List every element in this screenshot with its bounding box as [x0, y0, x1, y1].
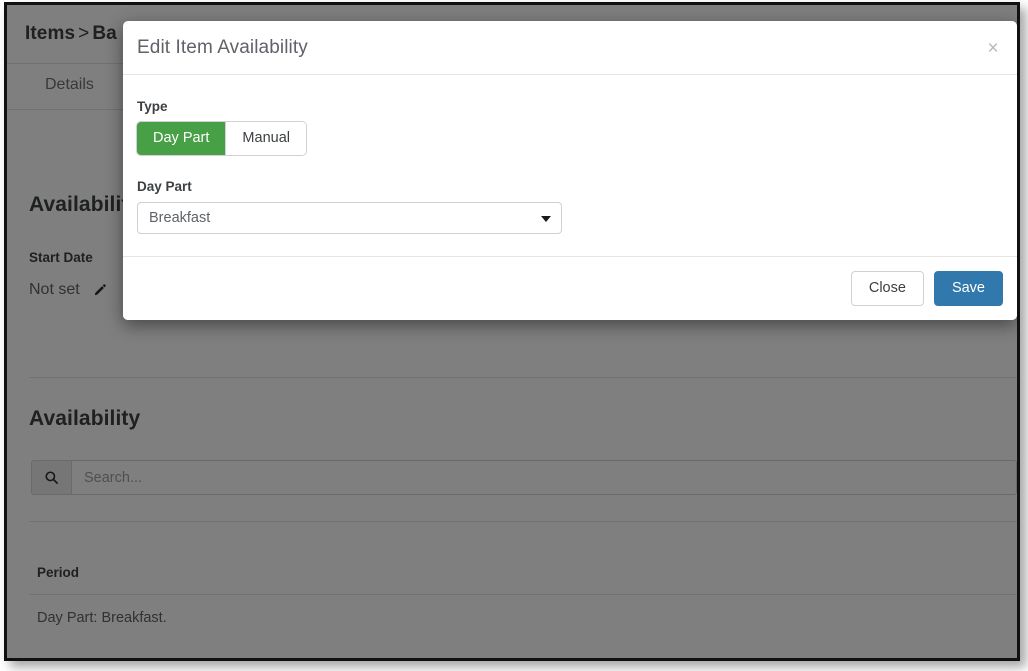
modal-header: Edit Item Availability ×: [123, 21, 1017, 75]
modal-body: Type Day Part Manual Day Part Breakfast: [123, 75, 1017, 256]
type-toggle-group: Day Part Manual: [137, 122, 306, 155]
type-option-manual[interactable]: Manual: [225, 122, 306, 155]
save-button[interactable]: Save: [934, 271, 1003, 306]
close-icon[interactable]: ×: [982, 38, 1004, 60]
edit-item-availability-modal: Edit Item Availability × Type Day Part M…: [123, 21, 1017, 320]
day-part-field-label: Day Part: [137, 179, 1003, 194]
modal-footer: Close Save: [123, 256, 1017, 320]
screenshot-frame: Items>Ba Details Availability Start Date…: [4, 2, 1020, 661]
day-part-select-wrapper: Breakfast: [137, 202, 562, 234]
close-button[interactable]: Close: [851, 271, 924, 306]
modal-title: Edit Item Availability: [137, 37, 308, 59]
type-field-label: Type: [137, 99, 1003, 114]
day-part-select[interactable]: Breakfast: [137, 202, 562, 234]
type-option-day-part[interactable]: Day Part: [137, 122, 225, 155]
